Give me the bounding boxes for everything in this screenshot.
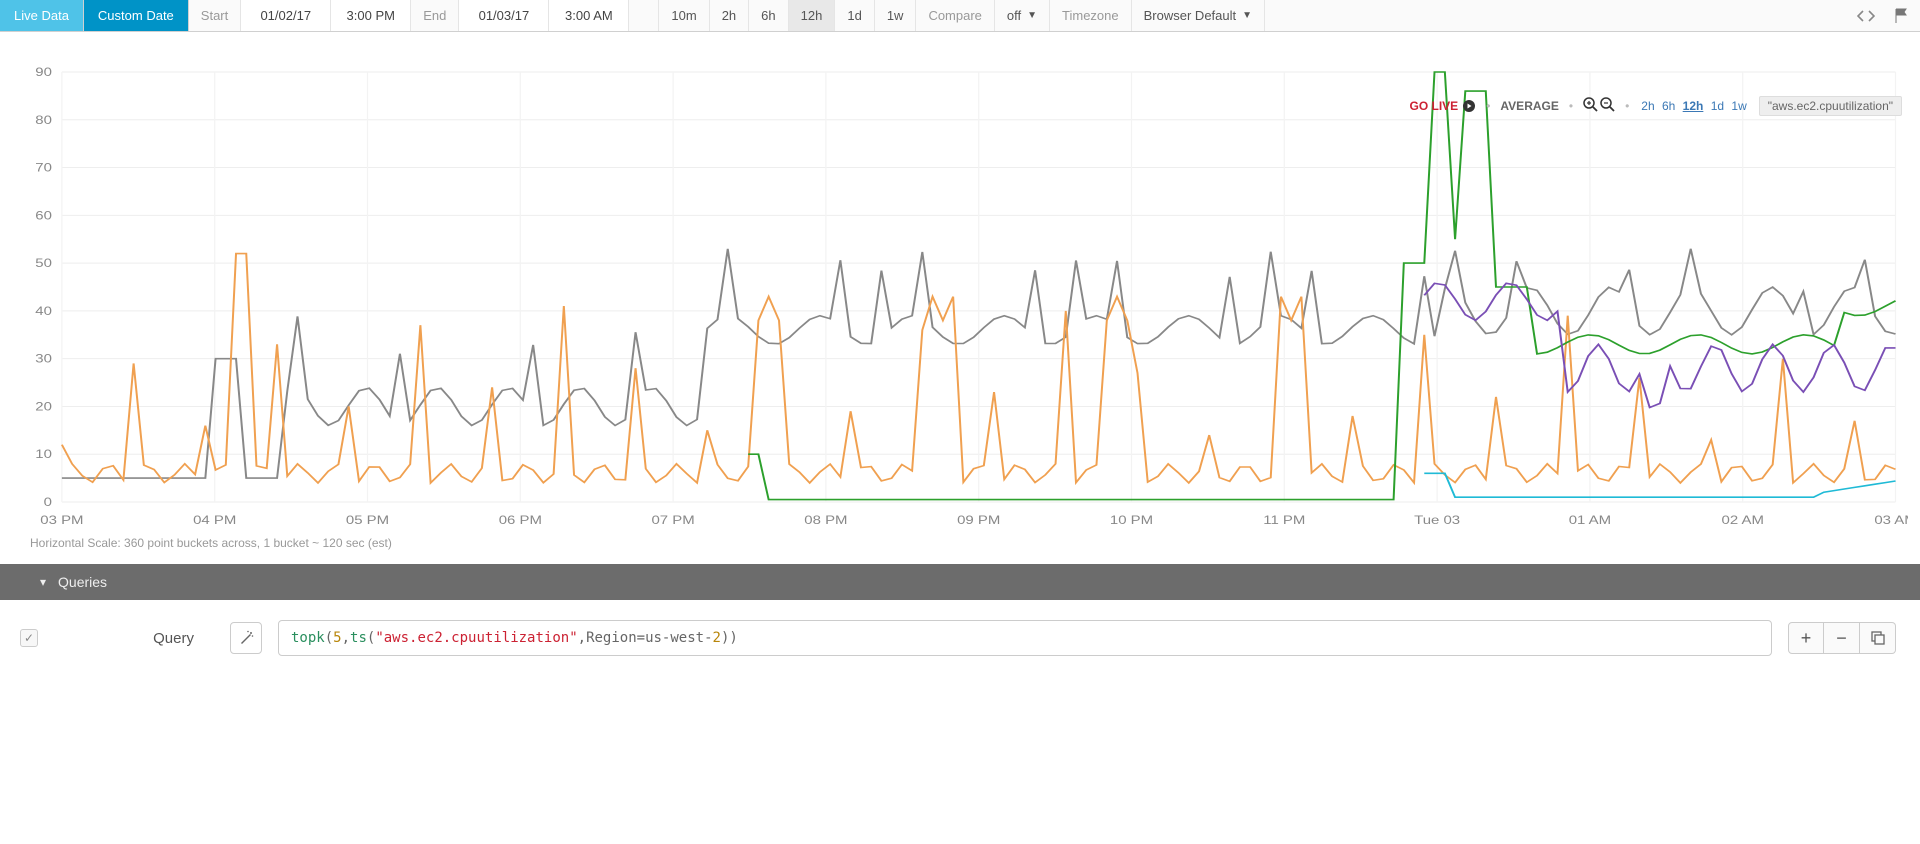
flag-icon <box>1894 8 1910 24</box>
svg-text:80: 80 <box>35 113 52 126</box>
tab-live-data[interactable]: Live Data <box>0 0 84 31</box>
queries-section-header[interactable]: ▾ Queries <box>0 564 1920 600</box>
start-date-input[interactable] <box>241 0 331 31</box>
zoom-in-icon <box>1583 97 1598 112</box>
time-toolbar: Live Data Custom Date Start End 10m 2h 6… <box>0 0 1920 32</box>
svg-text:11 PM: 11 PM <box>1263 513 1305 526</box>
svg-text:90: 90 <box>35 65 52 78</box>
svg-text:07 PM: 07 PM <box>652 513 695 526</box>
chart-container: GO LIVE • AVERAGE • • 2h 6h 12h 1d 1w "a… <box>0 32 1920 564</box>
play-circle-icon <box>1462 99 1476 113</box>
svg-text:01 AM: 01 AM <box>1569 513 1611 526</box>
range-1w[interactable]: 1w <box>875 0 917 31</box>
compare-value: off <box>1007 8 1021 23</box>
timeseries-chart[interactable]: 0 10 20 30 40 50 60 70 80 90 03 PM 04 PM 05 PM 06 PM… <box>12 52 1908 532</box>
chart-header: GO LIVE • AVERAGE • • 2h 6h 12h 1d 1w "a… <box>1410 96 1902 116</box>
svg-text:Tue 03: Tue 03 <box>1414 513 1460 526</box>
svg-text:09 PM: 09 PM <box>957 513 1000 526</box>
separator-dot: • <box>1625 99 1629 113</box>
hdr-range-1d[interactable]: 1d <box>1711 99 1724 113</box>
go-live-button[interactable]: GO LIVE <box>1410 99 1477 113</box>
timezone-value: Browser Default <box>1144 8 1236 23</box>
separator-dot: • <box>1486 99 1490 113</box>
range-10m[interactable]: 10m <box>659 0 709 31</box>
caret-down-icon: ▼ <box>1242 10 1252 21</box>
zoom-out-icon <box>1600 97 1615 112</box>
range-12h[interactable]: 12h <box>789 0 836 31</box>
hdr-range-12h[interactable]: 12h <box>1683 99 1704 113</box>
caret-down-icon: ▼ <box>1027 10 1037 21</box>
svg-text:03 PM: 03 PM <box>40 513 83 526</box>
wand-icon <box>238 630 254 646</box>
header-ranges: 2h 6h 12h 1d 1w <box>1639 99 1748 113</box>
svg-text:10: 10 <box>35 448 52 461</box>
svg-text:05 PM: 05 PM <box>346 513 389 526</box>
queries-label: Queries <box>58 574 107 590</box>
end-label: End <box>411 0 459 31</box>
timezone-dropdown[interactable]: Browser Default ▼ <box>1132 0 1265 31</box>
chart-scale-note: Horizontal Scale: 360 point buckets acro… <box>12 532 1908 560</box>
separator-dot: • <box>1569 99 1573 113</box>
svg-text:60: 60 <box>35 209 52 222</box>
code-icon <box>1857 9 1875 23</box>
metric-badge[interactable]: "aws.ec2.cpuutilization" <box>1759 96 1902 116</box>
svg-text:06 PM: 06 PM <box>499 513 542 526</box>
clone-query-button[interactable] <box>1860 622 1896 654</box>
query-enabled-checkbox[interactable]: ✓ <box>20 629 38 647</box>
end-time-input[interactable] <box>549 0 629 31</box>
add-query-button[interactable]: + <box>1788 622 1824 654</box>
timezone-label: Timezone <box>1050 0 1132 31</box>
svg-text:03 AM: 03 AM <box>1874 513 1908 526</box>
start-label: Start <box>189 0 241 31</box>
compare-dropdown[interactable]: off ▼ <box>995 0 1050 31</box>
query-input[interactable]: topk(5, ts("aws.ec2.cpuutilization",Regi… <box>278 620 1772 656</box>
copy-icon <box>1871 631 1885 645</box>
svg-text:30: 30 <box>35 352 52 365</box>
query-actions: + − <box>1788 622 1896 654</box>
query-builder-button[interactable] <box>230 622 262 654</box>
zoom-out-button[interactable] <box>1600 97 1615 116</box>
svg-text:40: 40 <box>35 304 52 317</box>
svg-text:70: 70 <box>35 161 52 174</box>
svg-text:04 PM: 04 PM <box>193 513 236 526</box>
svg-text:0: 0 <box>44 495 52 508</box>
end-date-input[interactable] <box>459 0 549 31</box>
zoom-in-button[interactable] <box>1583 97 1598 116</box>
compare-label: Compare <box>916 0 994 31</box>
hdr-range-2h[interactable]: 2h <box>1641 99 1654 113</box>
toolbar-spacer <box>629 0 659 31</box>
query-label: Query <box>54 630 214 647</box>
hdr-range-6h[interactable]: 6h <box>1662 99 1675 113</box>
aggregation-dropdown[interactable]: AVERAGE <box>1500 99 1558 113</box>
start-time-input[interactable] <box>331 0 411 31</box>
svg-text:08 PM: 08 PM <box>804 513 847 526</box>
svg-text:50: 50 <box>35 256 52 269</box>
range-2h[interactable]: 2h <box>710 0 749 31</box>
svg-text:02 AM: 02 AM <box>1722 513 1764 526</box>
tab-custom-date[interactable]: Custom Date <box>84 0 189 31</box>
query-row: ✓ Query topk(5, ts("aws.ec2.cpuutilizati… <box>0 600 1920 676</box>
chevron-down-icon: ▾ <box>40 575 46 589</box>
svg-text:20: 20 <box>35 400 52 413</box>
range-1d[interactable]: 1d <box>835 0 874 31</box>
svg-text:10 PM: 10 PM <box>1110 513 1153 526</box>
flag-button[interactable] <box>1884 0 1920 31</box>
hdr-range-1w[interactable]: 1w <box>1731 99 1746 113</box>
embed-code-button[interactable] <box>1848 0 1884 31</box>
remove-query-button[interactable]: − <box>1824 622 1860 654</box>
range-6h[interactable]: 6h <box>749 0 788 31</box>
